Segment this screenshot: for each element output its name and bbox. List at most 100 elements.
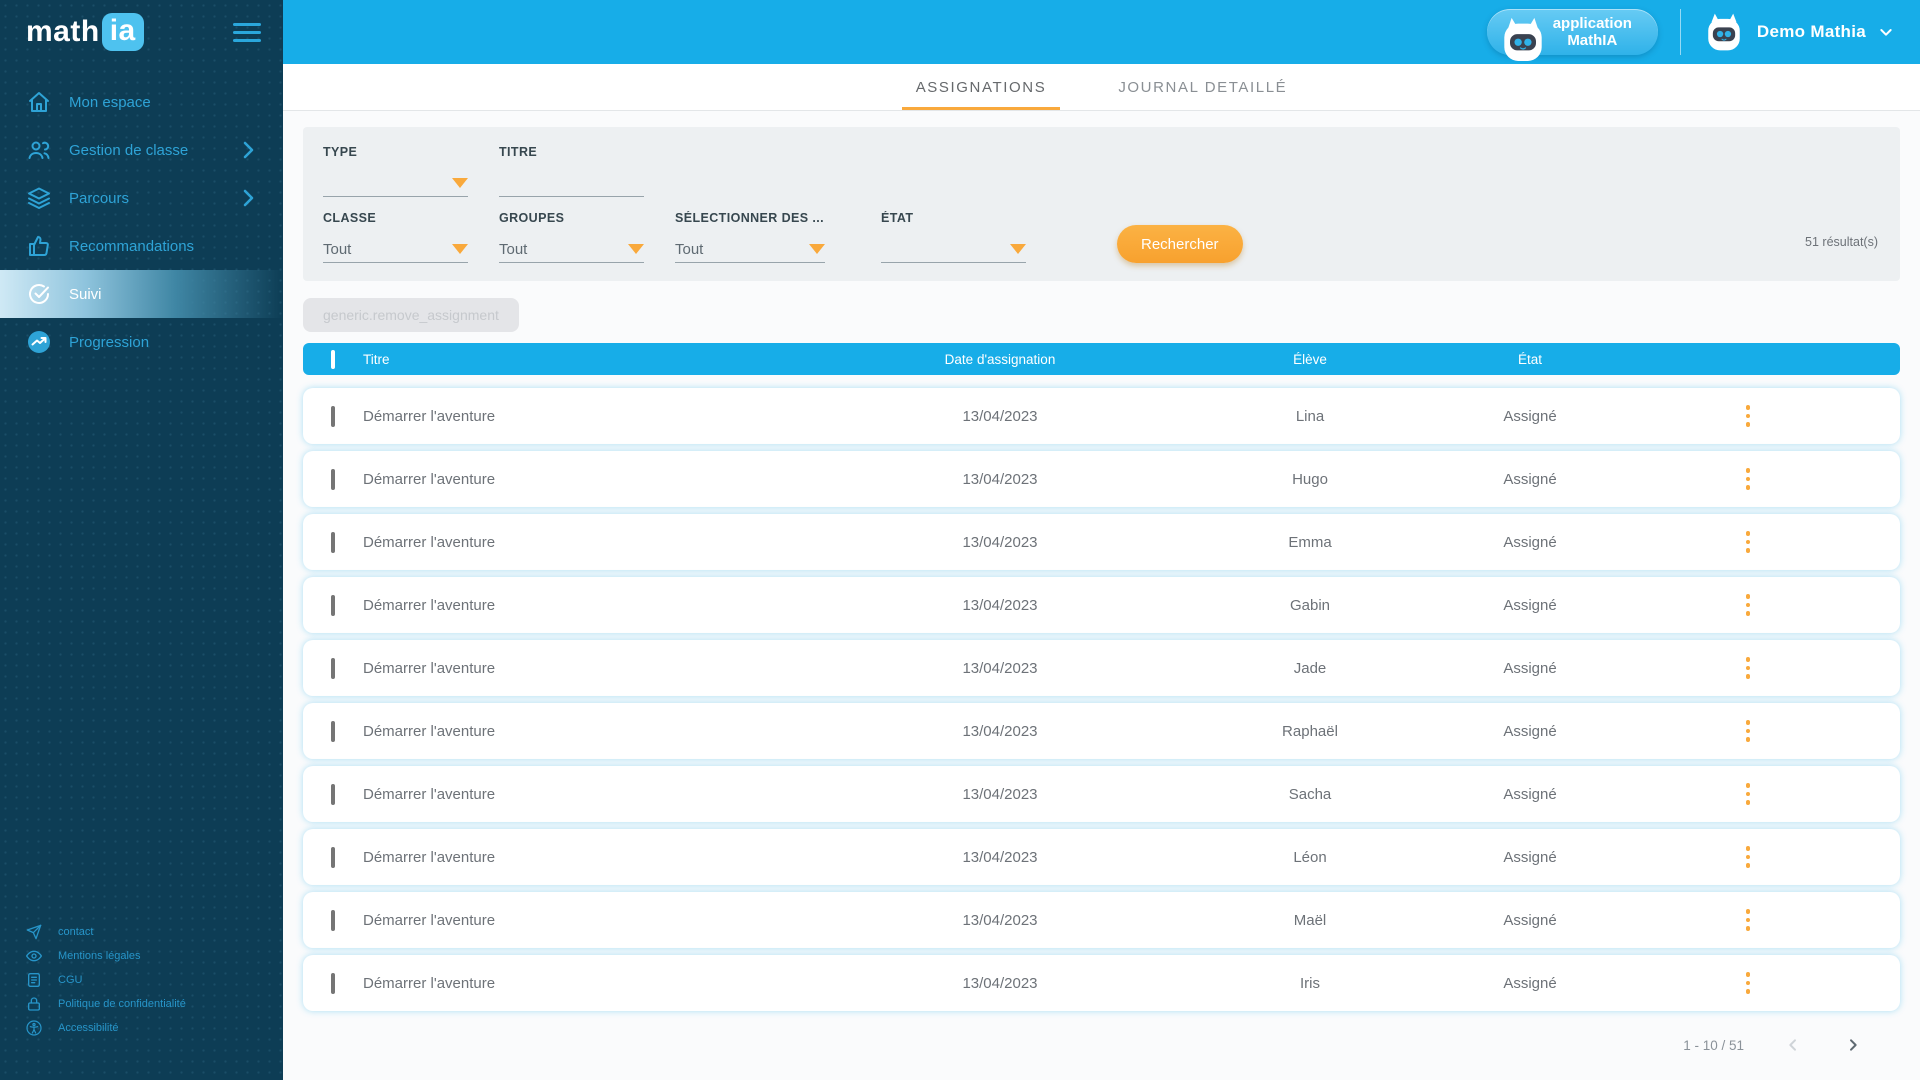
filter-classe: CLASSE Tout xyxy=(323,211,468,263)
check-circle-icon xyxy=(26,281,52,307)
row-status: Assigné xyxy=(1420,723,1640,740)
filter-panel: TYPE TITRE CLASSE xyxy=(303,127,1900,281)
row-checkbox[interactable] xyxy=(331,406,335,427)
logo-text-ia: ia xyxy=(102,13,144,51)
select-all-checkbox[interactable] xyxy=(331,350,335,369)
hamburger-menu-icon[interactable] xyxy=(233,23,261,42)
user-menu[interactable]: Demo Mathia xyxy=(1703,11,1894,53)
filter-titre-input[interactable] xyxy=(499,171,644,197)
row-date: 13/04/2023 xyxy=(800,786,1200,803)
filter-type-select[interactable] xyxy=(323,171,468,197)
row-menu-button[interactable] xyxy=(1640,716,1856,746)
sidebar-item-progression[interactable]: Progression xyxy=(0,318,283,366)
row-checkbox[interactable] xyxy=(331,658,335,679)
row-student: Sacha xyxy=(1200,786,1420,803)
footer-link-accessibilite[interactable]: Accessibilité xyxy=(26,1016,283,1040)
row-student: Raphaël xyxy=(1200,723,1420,740)
row-menu-button[interactable] xyxy=(1640,905,1856,935)
filter-groupes-select[interactable]: Tout xyxy=(499,237,644,263)
row-checkbox-cell xyxy=(303,786,363,803)
row-menu-button[interactable] xyxy=(1640,842,1856,872)
row-checkbox-cell xyxy=(303,597,363,614)
eye-icon xyxy=(26,948,42,964)
row-checkbox[interactable] xyxy=(331,721,335,742)
row-menu-button[interactable] xyxy=(1640,464,1856,494)
footer-link-contact[interactable]: contact xyxy=(26,920,283,944)
tab-assignations[interactable]: ASSIGNATIONS xyxy=(902,64,1061,110)
row-checkbox-cell xyxy=(303,534,363,551)
topbar: application MathIA Demo Mathia xyxy=(283,0,1920,64)
trend-icon xyxy=(26,329,52,355)
row-status: Assigné xyxy=(1420,597,1640,614)
row-status: Assigné xyxy=(1420,660,1640,677)
tab-label: JOURNAL DETAILLÉ xyxy=(1118,79,1287,96)
row-menu-button[interactable] xyxy=(1640,968,1856,998)
chevron-left-icon xyxy=(1785,1037,1801,1053)
sidebar-footer: contact Mentions légales CGU Politique d… xyxy=(0,920,283,1080)
app-window: mathia Mon espace Gestion de classe xyxy=(0,0,1920,1080)
rechercher-button[interactable]: Rechercher xyxy=(1117,225,1243,263)
footer-link-label: Mentions légales xyxy=(58,950,141,962)
table-row: Démarrer l'aventure 13/04/2023 Hugo Assi… xyxy=(303,451,1900,507)
row-menu-button[interactable] xyxy=(1640,527,1856,557)
table-row: Démarrer l'aventure 13/04/2023 Jade Assi… xyxy=(303,640,1900,696)
row-checkbox[interactable] xyxy=(331,973,335,994)
user-name: Demo Mathia xyxy=(1757,22,1866,42)
row-actions-cell xyxy=(1640,779,1900,809)
pagination-next-button[interactable] xyxy=(1842,1034,1864,1056)
filter-row-2: CLASSE Tout GROUPES Tout xyxy=(323,211,1878,263)
column-header-etat: État xyxy=(1420,352,1640,367)
filter-selectionner-select[interactable]: Tout xyxy=(675,237,825,263)
footer-link-label: Politique de confidentialité xyxy=(58,998,186,1010)
row-menu-button[interactable] xyxy=(1640,653,1856,683)
row-checkbox[interactable] xyxy=(331,910,335,931)
row-actions-cell xyxy=(1640,842,1900,872)
row-checkbox-cell xyxy=(303,975,363,992)
footer-link-mentions-legales[interactable]: Mentions légales xyxy=(26,944,283,968)
table-row: Démarrer l'aventure 13/04/2023 Emma Assi… xyxy=(303,514,1900,570)
content-area: TYPE TITRE CLASSE xyxy=(283,111,1920,1080)
row-status: Assigné xyxy=(1420,912,1640,929)
footer-link-politique-confidentialite[interactable]: Politique de confidentialité xyxy=(26,992,283,1016)
sidebar-item-label: Gestion de classe xyxy=(69,142,188,159)
row-checkbox[interactable] xyxy=(331,784,335,805)
row-student: Maël xyxy=(1200,912,1420,929)
application-mathia-button[interactable]: application MathIA xyxy=(1487,9,1658,55)
column-header-date: Date d'assignation xyxy=(800,352,1200,367)
row-checkbox[interactable] xyxy=(331,532,335,553)
row-date: 13/04/2023 xyxy=(800,849,1200,866)
sidebar-item-recommandations[interactable]: Recommandations xyxy=(0,222,283,270)
row-checkbox[interactable] xyxy=(331,595,335,616)
sidebar-item-parcours[interactable]: Parcours xyxy=(0,174,283,222)
sidebar-item-suivi[interactable]: Suivi xyxy=(0,270,283,318)
pagination-prev-button[interactable] xyxy=(1782,1034,1804,1056)
sidebar-item-gestion-de-classe[interactable]: Gestion de classe xyxy=(0,126,283,174)
row-menu-button[interactable] xyxy=(1640,401,1856,431)
row-checkbox[interactable] xyxy=(331,847,335,868)
topbar-divider xyxy=(1680,9,1681,55)
remove-assignment-button[interactable]: generic.remove_assignment xyxy=(303,298,519,332)
thumb-up-icon xyxy=(26,233,52,259)
filter-etat: ÉTAT xyxy=(881,211,1026,263)
row-student: Hugo xyxy=(1200,471,1420,488)
footer-link-cgu[interactable]: CGU xyxy=(26,968,283,992)
dropdown-arrow-icon xyxy=(1010,244,1026,254)
row-status: Assigné xyxy=(1420,786,1640,803)
row-menu-button[interactable] xyxy=(1640,590,1856,620)
lock-icon xyxy=(26,996,42,1012)
filter-classe-select[interactable]: Tout xyxy=(323,237,468,263)
table-row: Démarrer l'aventure 13/04/2023 Léon Assi… xyxy=(303,829,1900,885)
row-checkbox[interactable] xyxy=(331,469,335,490)
results-count: 51 résultat(s) xyxy=(1805,235,1878,249)
row-menu-button[interactable] xyxy=(1640,779,1856,809)
row-checkbox-cell xyxy=(303,912,363,929)
row-date: 13/04/2023 xyxy=(800,723,1200,740)
tab-journal-detaille[interactable]: JOURNAL DETAILLÉ xyxy=(1104,64,1301,110)
row-actions-cell xyxy=(1640,968,1900,998)
select-all-cell xyxy=(303,352,363,367)
sidebar-item-mon-espace[interactable]: Mon espace xyxy=(0,78,283,126)
filter-etat-select[interactable] xyxy=(881,237,1026,263)
filter-etat-label: ÉTAT xyxy=(881,211,1026,225)
row-status: Assigné xyxy=(1420,534,1640,551)
dropdown-arrow-icon xyxy=(809,244,825,254)
